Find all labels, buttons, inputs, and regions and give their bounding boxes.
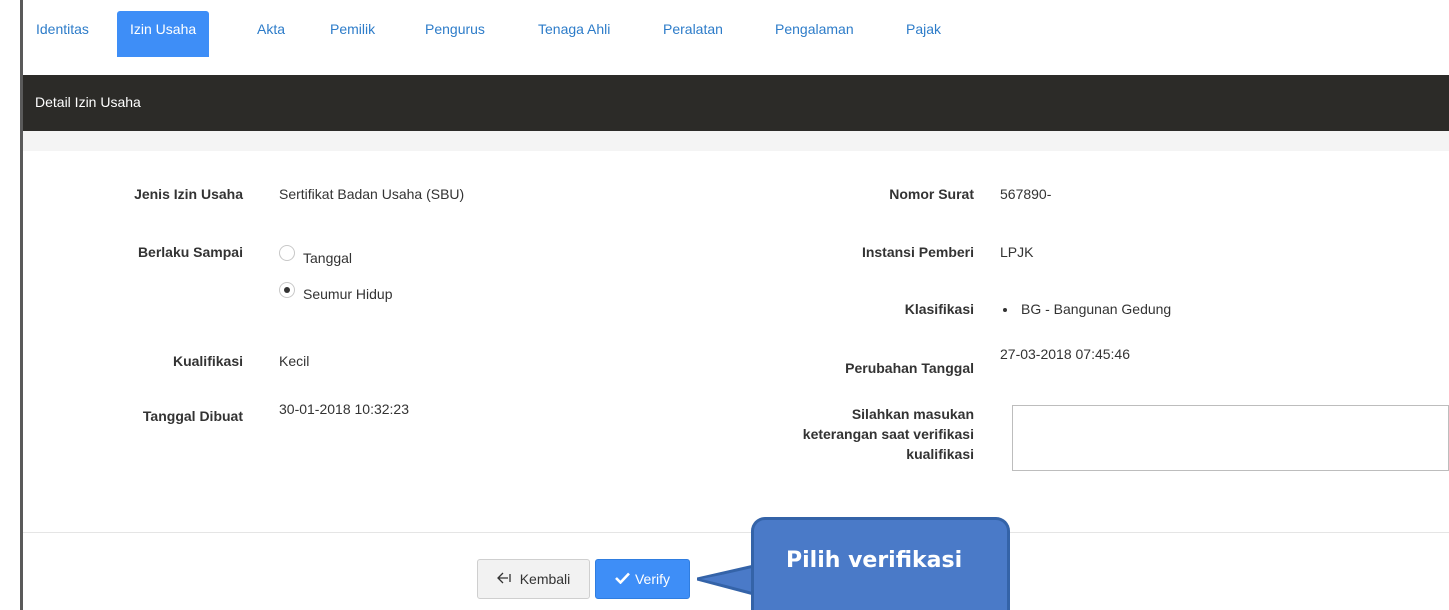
- radio-tanggal-label: Tanggal: [303, 250, 353, 266]
- tab-peralatan[interactable]: Peralatan: [663, 11, 723, 48]
- panel-subheader: [23, 131, 1449, 151]
- radio-seumur-hidup-label: Seumur Hidup: [303, 286, 393, 302]
- panel-title: Detail Izin Usaha: [35, 94, 141, 110]
- perubahan-tanggal-value: 27-03-2018 07:45:46: [1000, 346, 1130, 362]
- jenis-izin-label: Jenis Izin Usaha: [134, 186, 243, 202]
- tab-identitas[interactable]: Identitas: [36, 11, 89, 48]
- check-icon: [615, 571, 630, 587]
- kualifikasi-value: Kecil: [279, 353, 310, 369]
- back-icon: [496, 571, 515, 587]
- tab-izin-usaha[interactable]: Izin Usaha: [117, 11, 210, 57]
- panel-header: Detail Izin Usaha: [23, 75, 1449, 131]
- tab-pengalaman[interactable]: Pengalaman: [775, 11, 854, 48]
- jenis-izin-value: Sertifikat Badan Usaha (SBU): [279, 186, 465, 202]
- callout-annotation: Pilih verifikasi: [751, 517, 1010, 610]
- keterangan-label-line-1: Silahkan masukan: [851, 406, 974, 422]
- back-button-label: Kembali: [519, 571, 571, 587]
- tab-tenaga-ahli[interactable]: Tenaga Ahli: [538, 11, 610, 48]
- back-button[interactable]: Kembali: [477, 559, 590, 599]
- klasifikasi-label: Klasifikasi: [904, 301, 974, 317]
- tanggal-dibuat-value: 30-01-2018 10:32:23: [279, 401, 409, 417]
- instansi-pemberi-value: LPJK: [1000, 244, 1034, 260]
- keterangan-label-line-3: kualifikasi: [906, 446, 974, 462]
- berlaku-sampai-label: Berlaku Sampai: [137, 244, 243, 260]
- tab-akta[interactable]: Akta: [257, 11, 285, 48]
- bullet-icon: [1003, 308, 1007, 312]
- instansi-pemberi-label: Instansi Pemberi: [861, 244, 974, 260]
- keterangan-label: Silahkan masukan keterangan saat verifik…: [803, 404, 974, 464]
- verify-button[interactable]: Verify: [595, 559, 690, 599]
- tab-pemilik[interactable]: Pemilik: [330, 11, 375, 48]
- perubahan-tanggal-label: Perubahan Tanggal: [845, 360, 974, 376]
- radio-seumur-hidup[interactable]: [279, 282, 295, 298]
- radio-tanggal[interactable]: [279, 245, 295, 261]
- kualifikasi-label: Kualifikasi: [172, 353, 243, 369]
- nomor-surat-label: Nomor Surat: [889, 186, 974, 202]
- keterangan-textarea[interactable]: [1012, 405, 1449, 471]
- klasifikasi-value: BG - Bangunan Gedung: [1021, 301, 1172, 317]
- callout-text: Pilih verifikasi: [786, 548, 963, 573]
- verify-button-label: Verify: [634, 571, 670, 587]
- tanggal-dibuat-label: Tanggal Dibuat: [142, 408, 243, 424]
- tab-pajak[interactable]: Pajak: [906, 11, 941, 48]
- keterangan-label-line-2: keterangan saat verifikasi: [802, 426, 974, 442]
- nomor-surat-value: 567890-: [1000, 186, 1052, 202]
- footer-divider: [23, 532, 1449, 533]
- callout-pointer: [697, 564, 757, 596]
- tab-pengurus[interactable]: Pengurus: [425, 11, 485, 48]
